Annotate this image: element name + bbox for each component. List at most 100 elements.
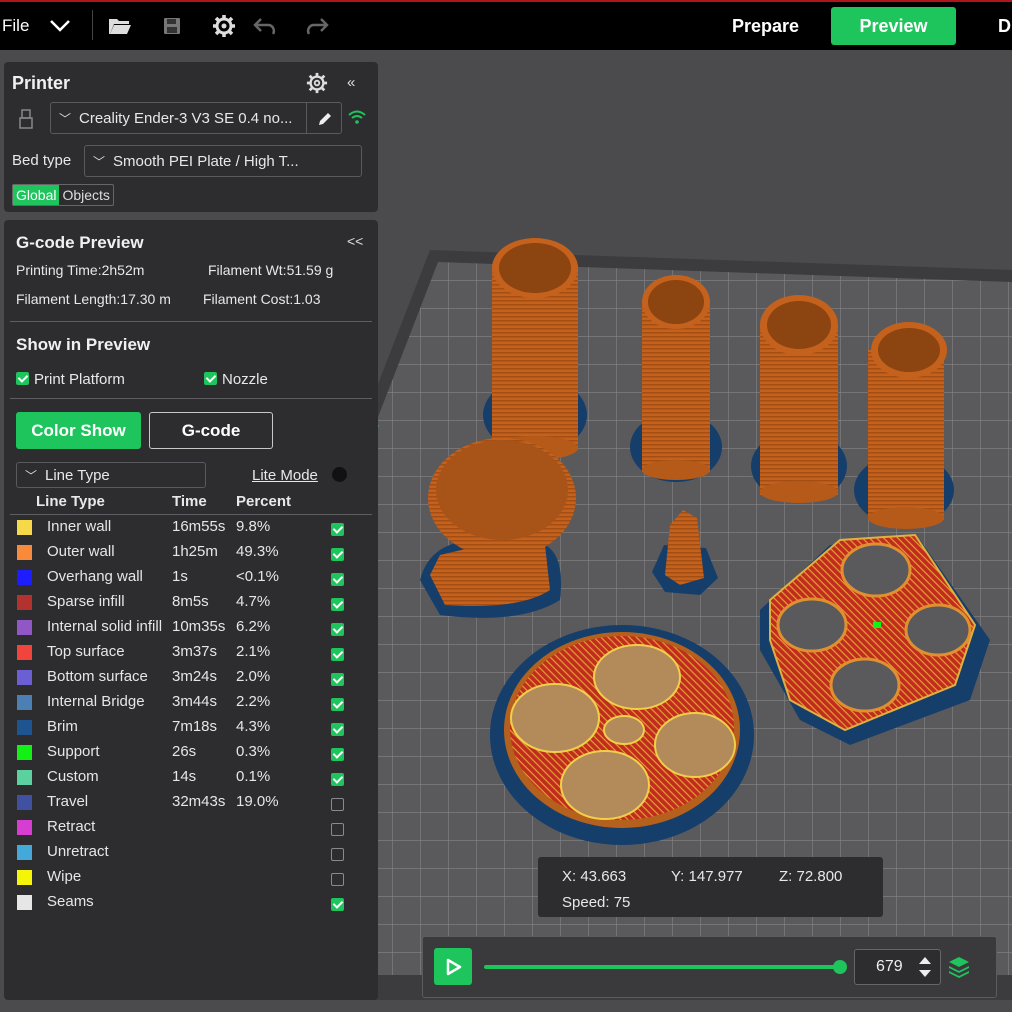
gcode-button[interactable]: G-code (149, 412, 273, 449)
line-type-name: Outer wall (47, 543, 115, 560)
line-type-name: Custom (47, 768, 99, 785)
tab-preview[interactable]: Preview (831, 7, 956, 45)
tab-global[interactable]: Global (13, 185, 60, 205)
line-type-time: 10m35s (172, 618, 226, 635)
nozzle-checkbox[interactable] (204, 370, 217, 388)
open-folder-icon[interactable] (106, 12, 134, 40)
layer-number-input[interactable]: 679 (854, 949, 941, 985)
visibility-checkbox[interactable] (331, 720, 344, 737)
visibility-checkbox[interactable] (331, 620, 344, 637)
play-button[interactable] (434, 948, 472, 985)
undo-icon[interactable] (251, 12, 279, 40)
collapse-icon[interactable]: « (347, 74, 355, 91)
play-icon (446, 958, 462, 975)
line-type-percent: 2.2% (236, 693, 271, 710)
gcode-title: G-code Preview (16, 233, 144, 252)
line-type-name: Internal Bridge (47, 693, 145, 710)
visibility-checkbox[interactable] (331, 745, 344, 762)
line-type-percent: 0.1% (236, 768, 271, 785)
visibility-checkbox[interactable] (331, 645, 344, 662)
visibility-checkbox[interactable] (331, 770, 344, 787)
line-type-name: Overhang wall (47, 568, 143, 585)
visibility-checkbox[interactable] (331, 795, 344, 812)
lite-mode-toggle[interactable] (332, 467, 347, 482)
save-icon[interactable] (158, 12, 186, 40)
line-type-name: Top surface (47, 643, 125, 660)
legend-row: Brim 7m18s 4.3% (0, 715, 374, 740)
layer-slider-bar: 679 (422, 936, 997, 998)
tab-device[interactable]: D (998, 16, 1011, 37)
legend-row: Unretract (0, 840, 374, 865)
divider (10, 321, 372, 322)
legend-row: Seams (0, 890, 374, 915)
line-type-time: 1h25m (172, 543, 218, 560)
line-type-percent: 2.0% (236, 668, 271, 685)
bed-type-select[interactable]: ﹀ Smooth PEI Plate / High T... (84, 145, 362, 177)
line-type-time: 7m18s (172, 718, 218, 735)
color-swatch (17, 745, 32, 760)
line-type-percent: 0.3% (236, 743, 271, 760)
line-type-percent: <0.1% (236, 568, 279, 585)
chevron-down-icon: ﹀ (59, 111, 72, 126)
legend-row: Wipe (0, 865, 374, 890)
visibility-checkbox[interactable] (331, 545, 344, 562)
print-platform-label: Print Platform (34, 371, 125, 388)
printer-select[interactable]: ﹀ Creality Ender-3 V3 SE 0.4 no... (50, 102, 342, 134)
line-type-percent: 2.1% (236, 643, 271, 660)
redo-icon[interactable] (303, 12, 331, 40)
legend-row: Top surface 3m37s 2.1% (0, 640, 374, 665)
legend-row: Internal Bridge 3m44s 2.2% (0, 690, 374, 715)
legend-row: Sparse infill 8m5s 4.7% (0, 590, 374, 615)
tab-prepare[interactable]: Prepare (732, 16, 799, 37)
divider (10, 398, 372, 399)
color-swatch (17, 520, 32, 535)
line-type-time: 14s (172, 768, 197, 785)
color-swatch (17, 645, 32, 660)
layers-icon[interactable] (947, 955, 971, 984)
visibility-checkbox[interactable] (331, 520, 344, 537)
visibility-checkbox[interactable] (331, 895, 344, 912)
tab-objects[interactable]: Objects (59, 185, 112, 205)
header-percent: Percent (236, 493, 292, 510)
color-show-button[interactable]: Color Show (16, 412, 141, 449)
legend-row: Bottom surface 3m24s 2.0% (0, 665, 374, 690)
printing-time: Printing Time:2h52m (16, 262, 145, 278)
layer-slider-track[interactable] (484, 965, 840, 969)
legend-row: Support 26s 0.3% (0, 740, 374, 765)
top-toolbar: File Prepare Preview D (0, 0, 1012, 50)
color-swatch (17, 895, 32, 910)
line-type-name: Travel (47, 793, 89, 810)
filament-length: Filament Length:17.30 m (16, 291, 171, 307)
line-type-name: Brim (47, 718, 78, 735)
line-type-name: Internal solid infill (47, 618, 163, 635)
gear-icon[interactable] (210, 12, 238, 40)
legend-row: Travel 32m43s 19.0% (0, 790, 374, 815)
visibility-checkbox[interactable] (331, 595, 344, 612)
print-platform-checkbox[interactable] (16, 370, 29, 388)
visibility-checkbox[interactable] (331, 570, 344, 587)
file-menu[interactable]: File (2, 16, 29, 36)
toolbar-divider (92, 10, 93, 40)
color-swatch (17, 820, 32, 835)
color-swatch (17, 845, 32, 860)
gcode-collapse-button[interactable]: << (347, 233, 363, 249)
visibility-checkbox[interactable] (331, 820, 344, 837)
header-time: Time (172, 493, 207, 510)
view-type-select[interactable]: ﹀ Line Type (16, 462, 206, 488)
line-type-name: Unretract (47, 843, 109, 860)
edit-printer-icon[interactable] (306, 103, 342, 134)
line-type-percent: 19.0% (236, 793, 279, 810)
visibility-checkbox[interactable] (331, 695, 344, 712)
spin-arrows-icon[interactable] (917, 954, 933, 985)
visibility-checkbox[interactable] (331, 670, 344, 687)
visibility-checkbox[interactable] (331, 845, 344, 862)
layer-slider-handle[interactable] (833, 960, 847, 974)
line-type-time: 26s (172, 743, 197, 760)
coord-x: X: 43.663 (562, 868, 627, 885)
visibility-checkbox[interactable] (331, 870, 344, 887)
chevron-down-icon[interactable] (46, 12, 74, 40)
wifi-icon[interactable] (347, 109, 367, 130)
legend-row: Custom 14s 0.1% (0, 765, 374, 790)
color-swatch (17, 795, 32, 810)
printer-settings-icon[interactable] (306, 72, 328, 99)
